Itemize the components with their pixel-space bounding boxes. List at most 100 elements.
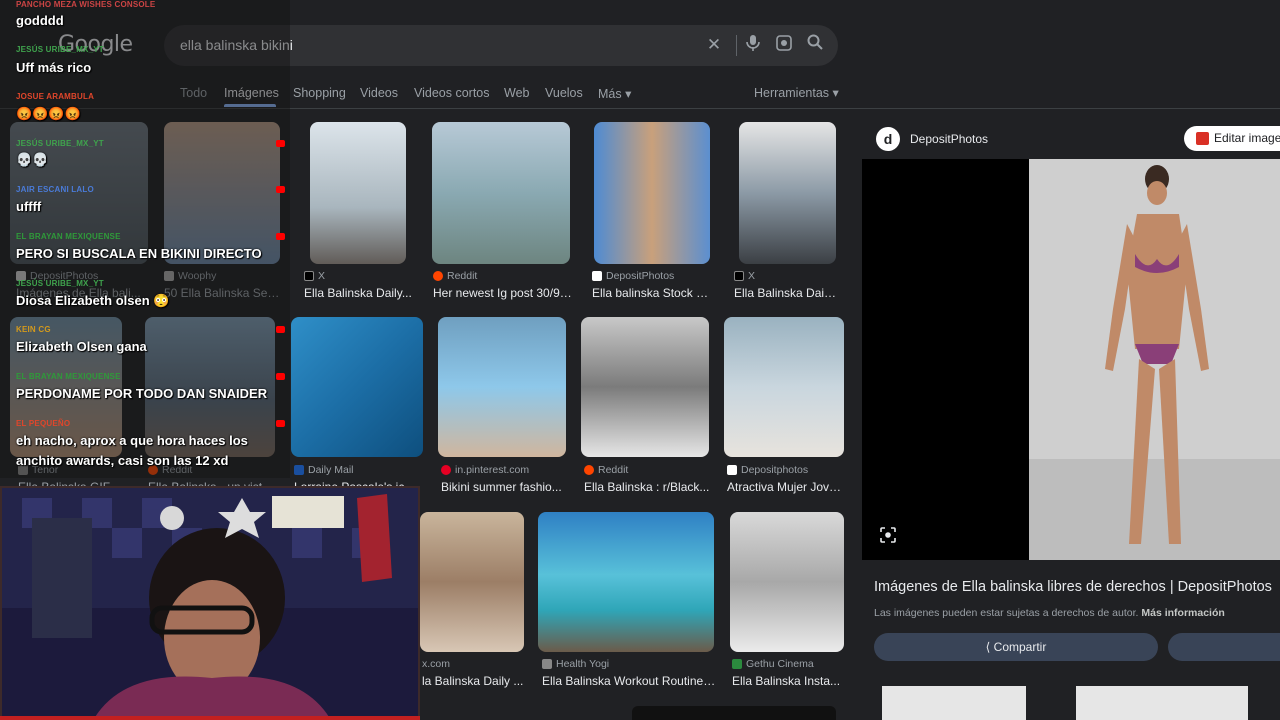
camera-lens-icon[interactable] [773, 34, 795, 56]
result-source[interactable]: X [734, 270, 755, 282]
tab-videos-cortos[interactable]: Videos cortos [414, 86, 490, 100]
more-info-link[interactable]: Más información [1141, 607, 1224, 619]
youtube-icon [276, 373, 285, 380]
edit-icon [1196, 132, 1209, 145]
result-caption[interactable]: la Balinska Daily ... [422, 674, 524, 688]
tab-web[interactable]: Web [504, 86, 529, 100]
chat-message: Uff más rico [16, 60, 92, 75]
chat-username: EL PEQUEÑO [16, 419, 71, 428]
gethu-icon [732, 659, 742, 669]
result-caption[interactable]: Ella Balinska Workout Routine ... [542, 674, 716, 688]
result-caption[interactable]: Ella balinska Stock P... [592, 286, 712, 300]
image-result[interactable] [291, 317, 423, 457]
chat-username: JAIR ESCANI LALO [16, 185, 94, 194]
clear-icon[interactable]: ✕ [703, 34, 725, 56]
result-caption[interactable]: Ella Balinska Daily... [734, 286, 838, 300]
source-label: Gethu Cinema [746, 658, 814, 670]
preview-image-background [862, 159, 1030, 560]
microphone-icon[interactable] [742, 34, 764, 56]
chat-username: PANCHO MEZA WISHES CONSOLE [16, 0, 156, 9]
result-source[interactable]: Reddit [433, 270, 477, 282]
share-icon: ⟨ [985, 640, 991, 654]
result-source[interactable]: Gethu Cinema [732, 658, 814, 670]
search-divider [736, 35, 737, 56]
result-caption[interactable]: Ella Balinska Insta... [732, 674, 844, 688]
visual-search-icon[interactable] [879, 526, 897, 544]
chat-message: PERO SI BUSCALA EN BIKINI DIRECTO [16, 246, 262, 261]
depositphotos-logo-icon[interactable]: d [876, 127, 900, 151]
share-button[interactable]: ⟨ Compartir [874, 633, 1158, 661]
chat-username: JOSUE ARAMBULA [16, 92, 95, 101]
related-image[interactable] [1076, 686, 1248, 720]
image-result[interactable] [310, 122, 406, 264]
tab-mas[interactable]: Más ▾ [598, 86, 631, 101]
source-label: X [748, 270, 756, 282]
result-source[interactable]: in.pinterest.com [441, 464, 529, 476]
youtube-icon [276, 140, 285, 147]
chat-username: EL BRAYAN MEXIQUENSE [16, 232, 121, 241]
chat-message: 😡😡😡😡 [16, 106, 81, 121]
result-caption[interactable]: Ella Balinska Daily... [304, 286, 414, 300]
tab-videos[interactable]: Videos [360, 86, 398, 100]
screen: Google ella balinska bikini ✕ Todo Imáge… [0, 0, 1280, 720]
image-result[interactable] [730, 512, 844, 652]
source-label: Health Yogi [556, 658, 610, 670]
related-image[interactable] [882, 686, 1026, 720]
tab-vuelos[interactable]: Vuelos [545, 86, 583, 100]
result-caption[interactable]: Bikini summer fashio... [441, 480, 567, 494]
reddit-icon [584, 465, 594, 475]
image-result[interactable] [432, 122, 570, 264]
result-source[interactable]: X [304, 270, 325, 282]
result-source[interactable]: Depositphotos [727, 464, 808, 476]
chat-message: godddd [16, 13, 64, 28]
image-result[interactable] [420, 512, 524, 652]
preview-site-name[interactable]: DepositPhotos [910, 132, 988, 146]
tab-shopping[interactable]: Shopping [293, 86, 346, 100]
source-label: in.pinterest.com [455, 464, 530, 476]
image-result[interactable] [739, 122, 836, 264]
chat-message: uffff [16, 199, 42, 214]
search-icon[interactable] [804, 34, 826, 56]
source-label: DepositPhotos [606, 270, 675, 282]
image-result[interactable] [632, 706, 836, 720]
source-label: Daily Mail [308, 464, 354, 476]
result-source[interactable]: DepositPhotos [592, 270, 674, 282]
youtube-icon [276, 233, 285, 240]
webcam-border [0, 716, 420, 720]
save-button[interactable] [1168, 633, 1280, 661]
pinterest-icon [441, 465, 451, 475]
image-result[interactable] [594, 122, 710, 264]
youtube-icon [276, 420, 285, 427]
copyright-text: Las imágenes pueden estar sujetas a dere… [874, 607, 1139, 619]
dailymail-icon [294, 465, 304, 475]
result-caption[interactable]: Atractiva Mujer Jove... [727, 480, 843, 494]
chat-message-continued: anchito awards, casi son las 12 xd [16, 453, 229, 468]
chat-username: JESÚS URIBE_MX_YT [16, 45, 104, 54]
chat-username: EL BRAYAN MEXIQUENSE [16, 372, 121, 381]
tools-button[interactable]: Herramientas ▾ [754, 85, 839, 100]
chat-message: Diosa Elizabeth olsen 😳 [16, 293, 170, 308]
preview-image[interactable] [1029, 159, 1280, 560]
preview-title[interactable]: Imágenes de Ella balinska libres de dere… [874, 579, 1272, 595]
source-label: Depositphotos [741, 464, 809, 476]
source-label: Reddit [598, 464, 629, 476]
reddit-icon [433, 271, 443, 281]
chat-message: 💀💀 [16, 152, 49, 167]
image-result[interactable] [438, 317, 566, 457]
result-caption[interactable]: Her newest Ig post 30/9/... [433, 286, 573, 300]
result-source[interactable]: Reddit [584, 464, 628, 476]
x-icon [304, 271, 314, 281]
result-source[interactable]: Health Yogi [542, 658, 609, 670]
chat-username: KEIN CG [16, 325, 51, 334]
result-caption[interactable]: Ella Balinska : r/Black... [584, 480, 710, 494]
source-label: X [318, 270, 326, 282]
image-result[interactable] [724, 317, 844, 457]
x-icon [734, 271, 744, 281]
image-result[interactable] [538, 512, 714, 652]
chat-message: eh nacho, aprox a que hora haces los [16, 433, 248, 448]
result-source[interactable]: Daily Mail [294, 464, 354, 476]
youtube-icon [276, 186, 285, 193]
result-source[interactable]: x.com [422, 658, 450, 670]
image-result[interactable] [581, 317, 709, 457]
edit-image-button[interactable]: Editar imagen [1184, 126, 1280, 151]
